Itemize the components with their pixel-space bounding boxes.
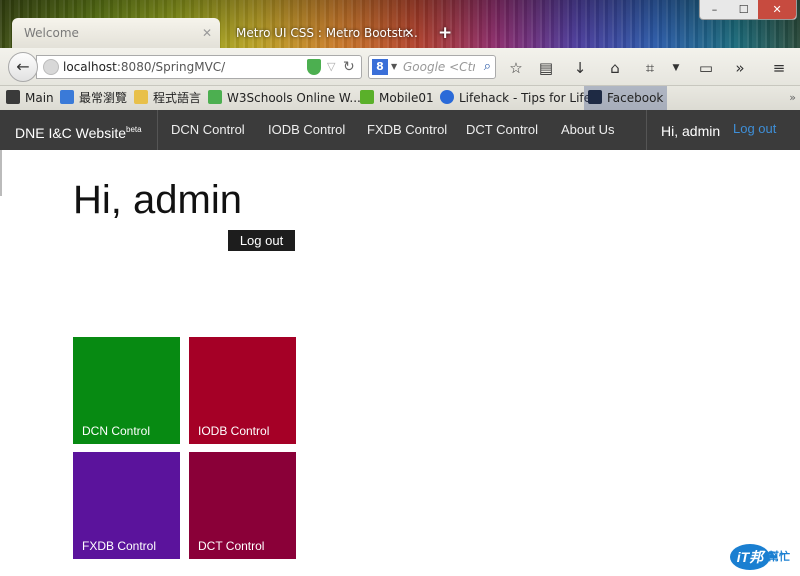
bookmark-mobile01[interactable]: Mobile01: [360, 86, 434, 110]
url-host: localhost: [63, 60, 117, 74]
page-title: Hi, admin: [73, 178, 242, 222]
page-content: Hi, admin Log out DCN Control IODB Contr…: [0, 150, 800, 576]
tile-iodb-control[interactable]: IODB Control: [189, 337, 296, 444]
globe-icon: [60, 90, 74, 104]
nav-about-us[interactable]: About Us: [561, 110, 614, 150]
site-identity-icon[interactable]: [43, 59, 59, 75]
nav-user-greeting: Hi, admin: [661, 123, 721, 139]
search-bar[interactable]: 8 ▼ Google <Ctrl+K> ⌕: [368, 55, 496, 79]
bookmark-lifehack[interactable]: Lifehack - Tips for Life: [440, 86, 591, 110]
minimize-icon[interactable]: –: [700, 0, 729, 19]
url-path: :8080/SpringMVC/: [116, 60, 226, 74]
close-window-icon[interactable]: ✕: [758, 0, 796, 19]
chart-icon: [208, 90, 222, 104]
window-controls: – ☐ ✕: [699, 0, 797, 20]
bookmarks-overflow-icon[interactable]: »: [789, 86, 796, 110]
tab-title: Metro UI CSS : Metro Bootstr...: [236, 26, 418, 40]
nav-iodb-control[interactable]: IODB Control: [268, 110, 345, 150]
bookmarks-toolbar: Main 最常瀏覽 程式語言 W3Schools Online W... Mob…: [0, 86, 800, 110]
search-icon[interactable]: ⌕: [484, 56, 491, 78]
app-navbar: DNE I&C Websitebeta DCN Control IODB Con…: [0, 110, 800, 150]
watermark-text: 幫忙: [768, 551, 790, 563]
feedback-icon[interactable]: ▭: [696, 58, 716, 78]
tab-metro-ui[interactable]: Metro UI CSS : Metro Bootstr... ✕: [224, 18, 422, 48]
menu-icon[interactable]: ≡: [769, 58, 789, 78]
m-icon: [360, 90, 374, 104]
navigation-toolbar: localhost:8080/SpringMVC/ ▽ ↻ ← 8 ▼ Goog…: [0, 48, 800, 86]
shield-icon[interactable]: [307, 59, 321, 75]
brand[interactable]: DNE I&C Websitebeta: [0, 110, 158, 150]
url-bar[interactable]: localhost:8080/SpringMVC/ ▽ ↻: [36, 55, 362, 79]
tab-close-icon[interactable]: ✕: [202, 18, 212, 48]
tile-fxdb-control[interactable]: FXDB Control: [73, 452, 180, 559]
tab-title: Welcome: [24, 26, 79, 40]
bookmark-star-icon[interactable]: ☆: [506, 58, 526, 78]
ithome-watermark: iT邦 幫忙: [730, 544, 796, 572]
nav-divider: [646, 110, 647, 150]
brand-beta-badge: beta: [126, 125, 142, 134]
lifehack-icon: [440, 90, 454, 104]
back-button[interactable]: ←: [8, 52, 38, 82]
tab-close-icon[interactable]: ✕: [404, 18, 414, 48]
bookmark-w3schools[interactable]: W3Schools Online W...: [208, 86, 361, 110]
tile-label: IODB Control: [198, 424, 270, 438]
logout-button[interactable]: Log out: [228, 230, 295, 251]
tile-label: DCT Control: [198, 539, 265, 553]
bookmarks-menu-icon[interactable]: ▤: [536, 58, 556, 78]
nav-fxdb-control[interactable]: FXDB Control: [367, 110, 447, 150]
new-tab-button[interactable]: +: [438, 18, 452, 48]
bookmark-main[interactable]: Main: [6, 86, 54, 110]
nav-dct-control[interactable]: DCT Control: [466, 110, 538, 150]
tile-label: FXDB Control: [82, 539, 157, 553]
tile-dcn-control[interactable]: DCN Control: [73, 337, 180, 444]
dropdown-icon[interactable]: ▼: [666, 58, 686, 78]
maximize-icon[interactable]: ☐: [729, 0, 758, 19]
folder-icon: [6, 90, 20, 104]
search-input[interactable]: Google <Ctrl+K>: [403, 56, 475, 78]
nav-dcn-control[interactable]: DCN Control: [171, 110, 245, 150]
reload-icon[interactable]: ↻: [343, 56, 355, 78]
ithome-logo-icon: iT邦: [730, 544, 770, 570]
home-icon[interactable]: ⌂: [605, 58, 625, 78]
page-edge-divider: [0, 150, 2, 196]
bookmark-facebook[interactable]: Facebook: [584, 86, 668, 110]
bookmark-most-visited[interactable]: 最常瀏覽: [60, 86, 127, 110]
search-engine-dropdown-icon[interactable]: ▼: [391, 56, 397, 78]
crop-icon[interactable]: ⌗: [640, 58, 660, 78]
url-dropdown-icon[interactable]: ▽: [327, 56, 335, 78]
bookmark-programming[interactable]: 程式語言: [134, 86, 201, 110]
download-icon[interactable]: ↓: [570, 58, 590, 78]
folder-icon: [134, 90, 148, 104]
tab-welcome[interactable]: Welcome ✕: [12, 18, 220, 48]
facebook-icon: [588, 90, 602, 104]
nav-logout-link[interactable]: Log out: [733, 110, 776, 148]
url-text: localhost:8080/SpringMVC/: [63, 56, 225, 78]
tile-label: DCN Control: [82, 424, 151, 438]
overflow-icon[interactable]: »: [730, 58, 750, 78]
browser-chrome: Welcome ✕ Metro UI CSS : Metro Bootstr..…: [0, 0, 800, 110]
google-search-icon[interactable]: 8: [372, 59, 388, 75]
tile-dct-control[interactable]: DCT Control: [189, 452, 296, 559]
